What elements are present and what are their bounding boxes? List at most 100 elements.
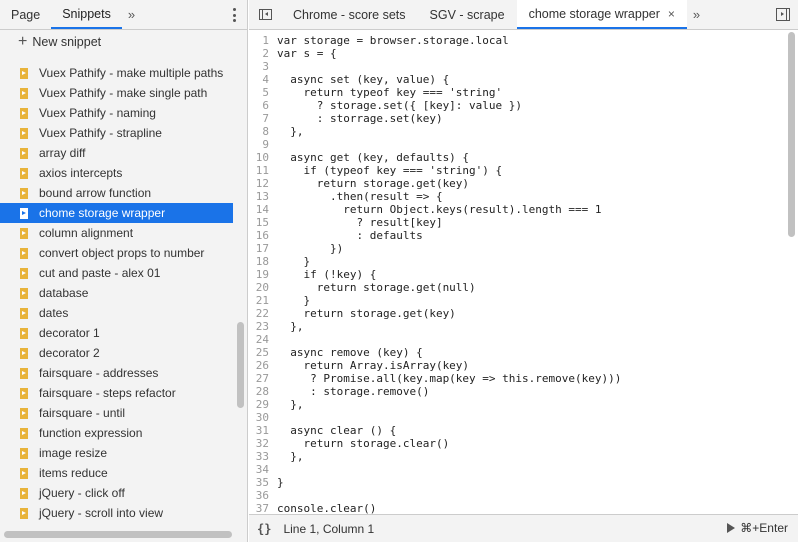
snippet-item-label: image resize xyxy=(39,446,108,460)
line-number: 21 xyxy=(255,294,269,307)
tab-sgv-scrape[interactable]: SGV - scrape xyxy=(418,0,517,29)
code-text: ? Promise.all(key.map(key => this.remove… xyxy=(277,372,622,385)
snippet-item-label: jQuery - scroll into view xyxy=(39,506,164,520)
toggle-debugger-icon[interactable] xyxy=(776,8,790,21)
code-line: 17 }) xyxy=(249,242,798,255)
code-line: 18 } xyxy=(249,255,798,268)
line-number: 16 xyxy=(255,229,269,242)
snippet-item[interactable]: convert object props to number xyxy=(0,243,248,263)
snippet-item[interactable]: array diff xyxy=(0,143,248,163)
snippet-item[interactable]: fairsquare - addresses xyxy=(0,363,248,383)
line-number: 28 xyxy=(255,385,269,398)
code-line: 28 : storage.remove() xyxy=(249,385,798,398)
new-snippet-button[interactable]: + New snippet xyxy=(0,30,247,54)
snippet-list-vertical-scrollbar[interactable] xyxy=(237,322,244,408)
snippet-item[interactable]: Vuex Pathify - naming xyxy=(0,103,248,123)
snippet-file-icon xyxy=(20,407,28,419)
line-number: 24 xyxy=(255,333,269,346)
tab-page[interactable]: Page xyxy=(0,0,51,29)
snippet-item[interactable]: column alignment xyxy=(0,223,248,243)
tab-chrome-score-sets[interactable]: Chrome - score sets xyxy=(281,0,418,29)
more-options-icon[interactable] xyxy=(233,8,237,22)
sources-navigator-tabs: Page Snippets » xyxy=(0,0,247,30)
snippet-file-icon xyxy=(20,87,28,99)
code-line: 6 ? storage.set({ [key]: value }) xyxy=(249,99,798,112)
code-text: : storage.remove() xyxy=(277,385,430,398)
snippet-item[interactable]: chome storage wrapper xyxy=(0,203,233,223)
snippet-file-icon xyxy=(20,107,28,119)
code-text: }, xyxy=(277,320,304,333)
snippet-item[interactable]: jQuery - click off xyxy=(0,483,248,503)
snippet-item[interactable]: bound arrow function xyxy=(0,183,248,203)
code-line: 19 if (!key) { xyxy=(249,268,798,281)
snippet-item[interactable]: Vuex Pathify - make multiple paths xyxy=(0,63,248,83)
code-line: 15 ? result[key] xyxy=(249,216,798,229)
snippet-file-icon xyxy=(20,67,28,79)
snippet-item-label: cut and paste - alex 01 xyxy=(39,266,161,280)
snippet-item[interactable]: items reduce xyxy=(0,463,248,483)
snippet-item[interactable]: decorator 2 xyxy=(0,343,248,363)
snippet-item[interactable]: axios intercepts xyxy=(0,163,248,183)
snippet-file-icon xyxy=(20,467,28,479)
code-line: 32 return storage.clear() xyxy=(249,437,798,450)
code-line: 37 console.clear() xyxy=(249,502,798,514)
tab-chome-storage-wrapper[interactable]: chome storage wrapper × xyxy=(516,0,687,29)
tab-snippets[interactable]: Snippets xyxy=(51,0,122,29)
snippet-item[interactable]: image resize xyxy=(0,443,248,463)
code-text: return storage.get(key) xyxy=(277,177,470,190)
code-line: 9 xyxy=(249,138,798,151)
snippet-item[interactable]: decorator 1 xyxy=(0,323,248,343)
snippet-item[interactable]: Vuex Pathify - strapline xyxy=(0,123,248,143)
code-text: return Object.keys(result).length === 1 xyxy=(277,203,602,216)
line-number: 6 xyxy=(262,99,269,112)
line-number: 34 xyxy=(255,463,269,476)
code-line: 34 xyxy=(249,463,798,476)
toggle-navigator-button[interactable] xyxy=(249,0,281,29)
code-line: 25 async remove (key) { xyxy=(249,346,798,359)
line-number: 27 xyxy=(255,372,269,385)
code-text: async get (key, defaults) { xyxy=(277,151,470,164)
snippet-list-horizontal-scrollbar[interactable] xyxy=(4,531,232,538)
more-editor-tabs-chevron-icon[interactable]: » xyxy=(687,0,706,29)
snippet-item-label: decorator 1 xyxy=(39,326,100,340)
snippet-item[interactable]: cut and paste - alex 01 xyxy=(0,263,248,283)
line-number: 17 xyxy=(255,242,269,255)
snippet-item[interactable]: Vuex Pathify - make single path xyxy=(0,83,248,103)
snippet-item-label: dates xyxy=(39,306,69,320)
line-number: 13 xyxy=(255,190,269,203)
code-line: 36 xyxy=(249,489,798,502)
code-text: .then(result => { xyxy=(277,190,443,203)
code-area[interactable]: 1 var storage = browser.storage.local 2 var… xyxy=(249,31,798,514)
line-number: 1 xyxy=(262,34,269,47)
run-snippet-button[interactable]: ⌘+Enter xyxy=(727,521,788,535)
snippet-file-icon xyxy=(20,347,28,359)
code-line: 4 async set (key, value) { xyxy=(249,73,798,86)
line-number: 32 xyxy=(255,437,269,450)
snippet-item[interactable]: jQuery - scroll into view xyxy=(0,503,248,523)
code-text: var storage = browser.storage.local xyxy=(277,34,509,47)
line-number: 8 xyxy=(262,125,269,138)
editor-status-bar: {} Line 1, Column 1 ⌘+Enter xyxy=(249,514,798,542)
snippet-file-icon xyxy=(20,247,28,259)
snippet-item-label: Vuex Pathify - strapline xyxy=(39,126,162,140)
snippet-file-icon xyxy=(20,447,28,459)
code-text: : defaults xyxy=(277,229,423,242)
code-text: console.clear() xyxy=(277,502,377,514)
code-text: return Array.isArray(key) xyxy=(277,359,470,372)
snippet-item[interactable]: fairsquare - steps refactor xyxy=(0,383,248,403)
editor-vertical-scrollbar[interactable] xyxy=(788,32,795,237)
more-tabs-chevron-icon[interactable]: » xyxy=(122,0,141,29)
pretty-print-button[interactable]: {} xyxy=(257,522,271,536)
code-line: 26 return Array.isArray(key) xyxy=(249,359,798,372)
line-number: 31 xyxy=(255,424,269,437)
snippet-item[interactable]: fairsquare - until xyxy=(0,403,248,423)
line-number: 26 xyxy=(255,359,269,372)
line-number: 4 xyxy=(262,73,269,86)
line-number: 10 xyxy=(255,151,269,164)
snippet-file-icon xyxy=(20,167,28,179)
snippet-item[interactable]: function expression xyxy=(0,423,248,443)
close-icon[interactable]: × xyxy=(668,7,675,21)
snippet-item[interactable]: database xyxy=(0,283,248,303)
snippet-item[interactable]: dates xyxy=(0,303,248,323)
code-text: var s = { xyxy=(277,47,337,60)
